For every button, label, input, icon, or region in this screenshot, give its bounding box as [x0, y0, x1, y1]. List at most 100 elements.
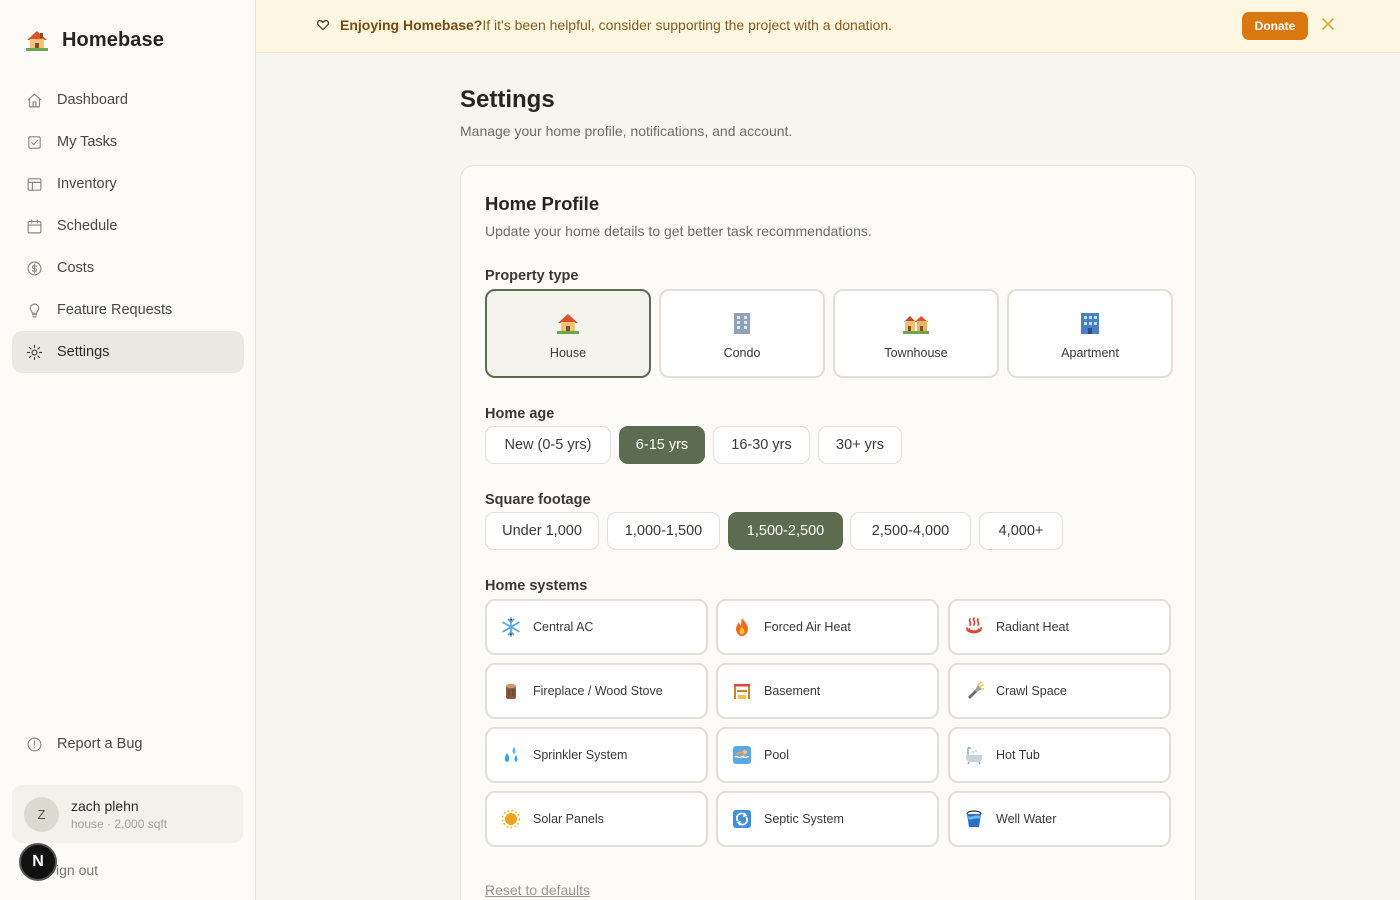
- system-sprinkler-system[interactable]: Sprinkler System: [485, 727, 708, 783]
- sidebar-item-costs[interactable]: Costs: [12, 247, 244, 289]
- home-profile-title: Home Profile: [485, 193, 600, 214]
- sign-out-link[interactable]: ign out: [56, 862, 98, 878]
- sidebar-item-label: Costs: [57, 260, 95, 276]
- property-type-condo[interactable]: Condo: [659, 289, 825, 378]
- house-icon: [555, 311, 581, 335]
- property-type-label: Property type: [485, 268, 579, 284]
- system-crawl-space[interactable]: Crawl Space: [948, 663, 1171, 719]
- houses-icon: [903, 311, 929, 335]
- system-label: Septic System: [764, 812, 844, 826]
- banner-bold: Enjoying Homebase?: [340, 17, 483, 33]
- sidebar-item-label: Inventory: [57, 176, 117, 192]
- donation-banner: Enjoying Homebase?If it's been helpful, …: [256, 0, 1400, 53]
- sqft-option[interactable]: 1,500-2,500: [728, 512, 843, 550]
- water-drops-icon: [501, 745, 521, 765]
- home-age-label: Home age: [485, 406, 555, 422]
- system-basement[interactable]: Basement: [716, 663, 939, 719]
- bucket-icon: [964, 809, 984, 829]
- sidebar-item-dashboard[interactable]: Dashboard: [12, 79, 244, 121]
- dev-tools-badge[interactable]: N: [19, 843, 57, 881]
- sidebar-nav: Dashboard My Tasks Inventory Schedule Co…: [12, 79, 244, 373]
- system-label: Hot Tub: [996, 748, 1040, 762]
- sun-gear-icon: [25, 343, 43, 361]
- page-title: Settings: [460, 86, 555, 113]
- system-radiant-heat[interactable]: Radiant Heat: [948, 599, 1171, 655]
- system-label: Fireplace / Wood Stove: [533, 684, 663, 698]
- home-age-option[interactable]: New (0-5 yrs): [485, 426, 611, 464]
- system-solar-panels[interactable]: Solar Panels: [485, 791, 708, 847]
- apartment-building-icon: [1077, 311, 1103, 335]
- sidebar-item-inventory[interactable]: Inventory: [12, 163, 244, 205]
- user-meta: house · 2,000 sqft: [71, 816, 168, 831]
- home-profile-subtitle: Update your home details to get better t…: [485, 223, 872, 239]
- construction-icon: [732, 681, 752, 701]
- home-age-option[interactable]: 30+ yrs: [818, 426, 902, 464]
- sidebar-item-label: Settings: [57, 344, 110, 360]
- home-age-option[interactable]: 16-30 yrs: [713, 426, 810, 464]
- home-systems-label: Home systems: [485, 578, 588, 594]
- property-type-label: Townhouse: [884, 346, 948, 360]
- sidebar-item-label: Schedule: [57, 218, 118, 234]
- calendar-icon: [25, 217, 43, 235]
- report-bug-section: Report a Bug: [12, 723, 244, 765]
- property-type-townhouse[interactable]: Townhouse: [833, 289, 999, 378]
- square-footage-label: Square footage: [485, 492, 591, 508]
- sidebar-item-schedule[interactable]: Schedule: [12, 205, 244, 247]
- sidebar: Homebase Dashboard My Tasks Inventory Sc…: [0, 0, 256, 900]
- home-profile-card: Home Profile Update your home details to…: [460, 165, 1196, 900]
- system-fireplace-wood-stove[interactable]: Fireplace / Wood Stove: [485, 663, 708, 719]
- checkbox-icon: [25, 133, 43, 151]
- heart-icon: [316, 18, 330, 32]
- sidebar-item-label: Feature Requests: [57, 302, 173, 318]
- brand[interactable]: Homebase: [24, 28, 164, 52]
- system-label: Forced Air Heat: [764, 620, 851, 634]
- sqft-option[interactable]: 2,500-4,000: [850, 512, 971, 550]
- lightbulb-icon: [25, 301, 43, 319]
- avatar: Z: [24, 796, 59, 832]
- system-label: Basement: [764, 684, 821, 698]
- system-label: Crawl Space: [996, 684, 1067, 698]
- fire-icon: [732, 617, 752, 637]
- system-label: Radiant Heat: [996, 620, 1069, 634]
- wood-log-icon: [501, 681, 521, 701]
- layout-icon: [25, 175, 43, 193]
- system-forced-air-heat[interactable]: Forced Air Heat: [716, 599, 939, 655]
- sqft-option[interactable]: 4,000+: [979, 512, 1063, 550]
- app-name: Homebase: [62, 28, 164, 51]
- sidebar-item-my-tasks[interactable]: My Tasks: [12, 121, 244, 163]
- system-well-water[interactable]: Well Water: [948, 791, 1171, 847]
- house-emoji-icon: [24, 28, 50, 52]
- flashlight-icon: [964, 681, 984, 701]
- sidebar-item-label: Dashboard: [57, 92, 128, 108]
- system-label: Central AC: [533, 620, 594, 634]
- reset-to-defaults-link[interactable]: Reset to defaults: [485, 882, 590, 898]
- close-icon[interactable]: [1321, 17, 1335, 31]
- user-card[interactable]: Z zach plehn house · 2,000 sqft: [12, 785, 243, 843]
- system-label: Pool: [764, 748, 790, 762]
- property-type-label: Apartment: [1061, 346, 1119, 360]
- system-pool[interactable]: Pool: [716, 727, 939, 783]
- system-hot-tub[interactable]: Hot Tub: [948, 727, 1171, 783]
- property-type-label: House: [549, 346, 587, 360]
- office-building-icon: [729, 311, 755, 335]
- banner-message: If it's been helpful, consider supportin…: [482, 17, 893, 33]
- system-label: Well Water: [996, 812, 1057, 826]
- property-type-house[interactable]: House: [485, 289, 651, 378]
- dollar-circle-icon: [25, 259, 43, 277]
- swimmer-icon: [732, 745, 752, 765]
- donate-button[interactable]: Donate: [1242, 12, 1308, 40]
- system-septic-system[interactable]: Septic System: [716, 791, 939, 847]
- report-bug-link[interactable]: Report a Bug: [12, 723, 244, 765]
- user-info: zach plehn house · 2,000 sqft: [71, 798, 167, 831]
- sidebar-item-feature-requests[interactable]: Feature Requests: [12, 289, 244, 331]
- system-central-ac[interactable]: Central AC: [485, 599, 708, 655]
- snowflake-icon: [501, 617, 521, 637]
- sidebar-item-settings[interactable]: Settings: [12, 331, 244, 373]
- property-type-apartment[interactable]: Apartment: [1007, 289, 1173, 378]
- hot-springs-icon: [964, 617, 984, 637]
- sqft-option[interactable]: 1,000-1,500: [607, 512, 720, 550]
- user-name: zach plehn: [71, 797, 139, 814]
- banner-text: Enjoying Homebase?If it's been helpful, …: [340, 17, 892, 33]
- sqft-option[interactable]: Under 1,000: [485, 512, 599, 550]
- home-age-option[interactable]: 6-15 yrs: [619, 426, 705, 464]
